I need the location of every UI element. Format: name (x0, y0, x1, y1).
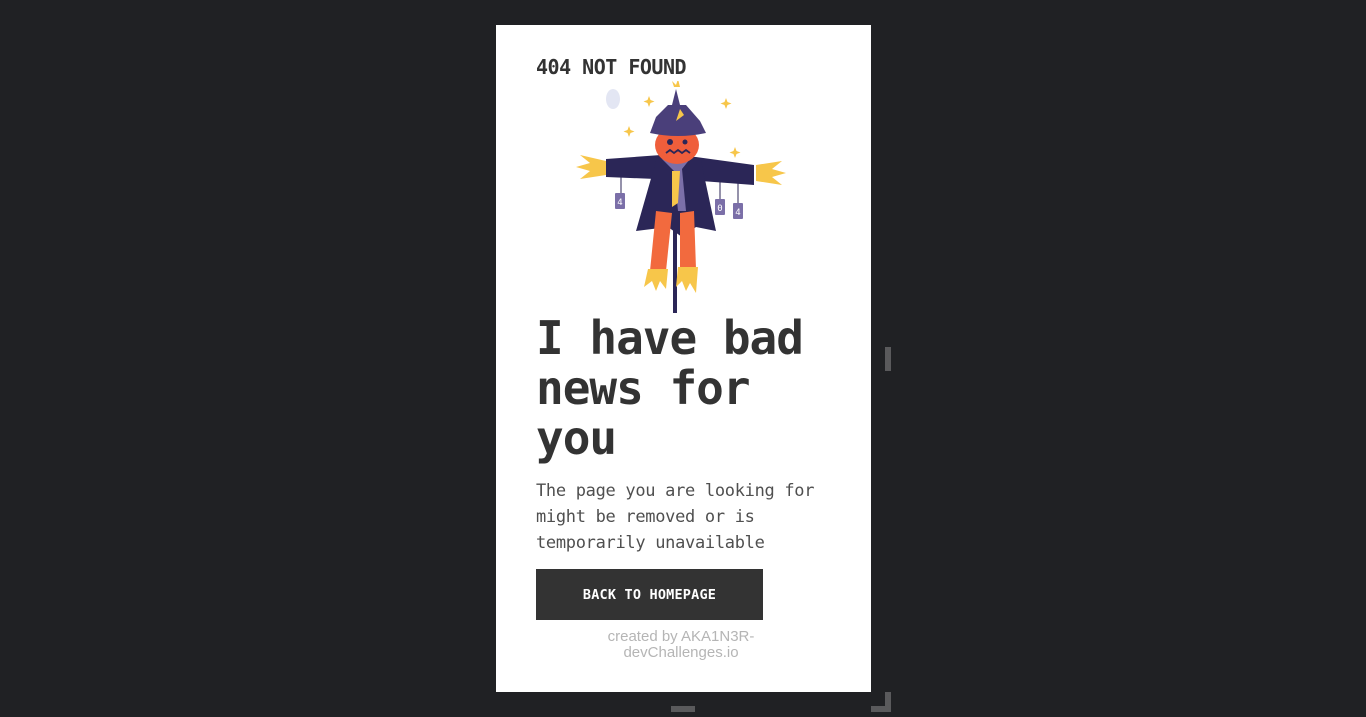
resize-corner-handle-horizontal[interactable] (871, 706, 891, 712)
tag-digit-middle: 0 (717, 204, 722, 214)
resize-handle-bottom[interactable] (671, 706, 695, 712)
error-message: The page you are looking for might be re… (536, 481, 815, 553)
hat (650, 105, 706, 136)
credit-footer: created by AKA1N3R- devChallenges.io (596, 629, 766, 661)
moon-shape (606, 89, 620, 109)
resize-handle-right[interactable] (885, 347, 891, 371)
scarecrow-illustration: 4 0 4 (576, 81, 786, 313)
credit-line-author: created by AKA1N3R- (607, 628, 755, 645)
leg-straw (644, 267, 698, 293)
left-hand-straw (576, 155, 606, 179)
back-to-homepage-button[interactable]: BACK TO HOMEPAGE (536, 569, 763, 620)
error-card: 404 NOT FOUND 4 0 4 I have bad news for … (496, 25, 871, 692)
credit-line-site[interactable]: devChallenges.io (596, 645, 766, 661)
tag-digit-left: 4 (617, 198, 622, 208)
tag-digit-right: 4 (735, 208, 740, 218)
headline: I have bad news for you (536, 311, 804, 465)
right-hand-straw (756, 161, 786, 185)
page-title: 404 NOT FOUND (536, 55, 687, 79)
